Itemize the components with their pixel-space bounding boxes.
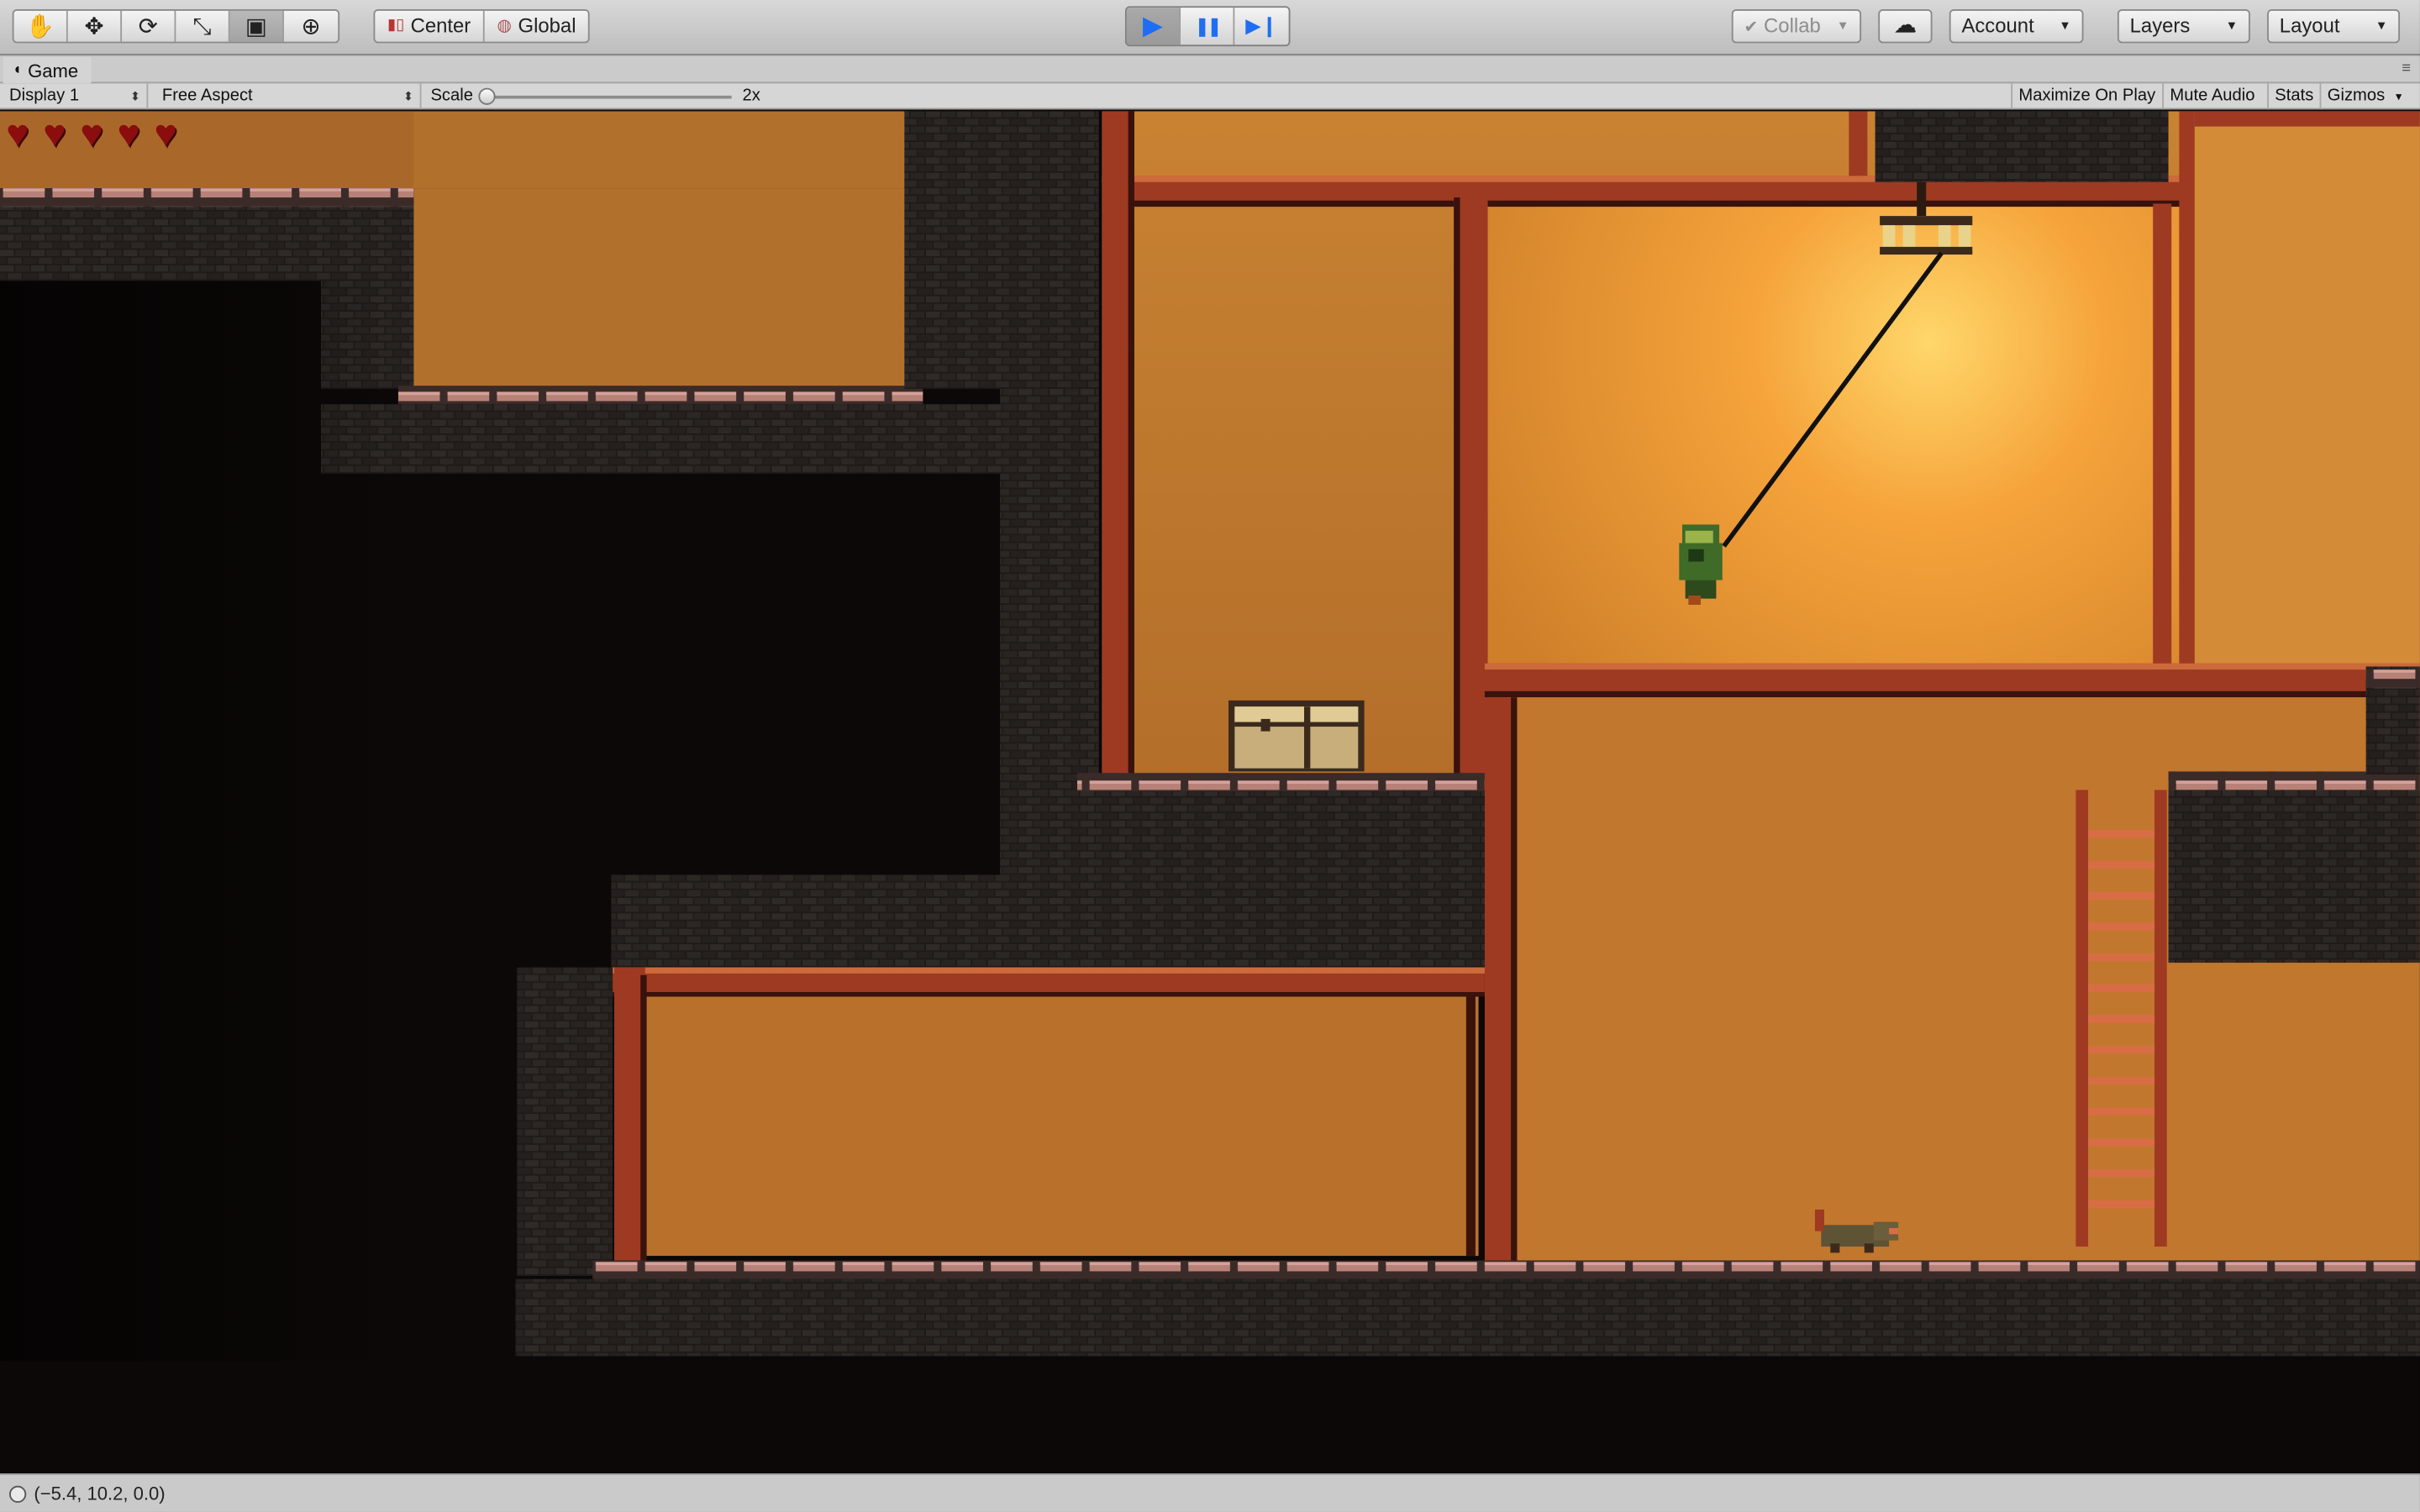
account-dropdown[interactable]: Account ▼ bbox=[1949, 9, 2084, 44]
heart-icon: ♥ bbox=[80, 113, 103, 156]
layers-label: Layers bbox=[2129, 13, 2191, 38]
pivot-icon: ▮▯ bbox=[387, 17, 405, 34]
display-dropdown[interactable]: Display 1 ⬍ bbox=[0, 83, 149, 110]
info-icon bbox=[9, 1484, 27, 1503]
chevron-down-icon: ▼ bbox=[2375, 18, 2388, 33]
heart-icon: ♥ bbox=[6, 113, 29, 156]
aspect-label: Free Aspect bbox=[161, 86, 253, 105]
maximize-on-play-toggle[interactable]: Maximize On Play bbox=[2011, 83, 2161, 110]
layout-label: Layout bbox=[2279, 13, 2340, 38]
scale-slider-track[interactable] bbox=[489, 95, 732, 99]
tab-game-label: Game bbox=[28, 59, 79, 81]
game-viewport[interactable]: ♥ ♥ ♥ ♥ ♥ bbox=[0, 111, 2420, 1474]
gizmos-dropdown[interactable]: Gizmos ▾ bbox=[2319, 83, 2407, 110]
chevron-down-icon: ▾ bbox=[2396, 89, 2402, 104]
pivot-center-button[interactable]: ▮▯ Center bbox=[375, 10, 485, 42]
collab-label: Collab bbox=[1764, 13, 1821, 38]
scale-label: Scale bbox=[430, 86, 474, 105]
treasure-chest bbox=[1228, 700, 1365, 772]
pause-icon: ❚❚ bbox=[1194, 15, 1222, 38]
rotate-tool-icon[interactable]: ⟳ bbox=[122, 10, 176, 42]
step-button[interactable]: ▶❙ bbox=[1234, 8, 1289, 45]
window-tab-bar: ◖ Game ≡ bbox=[0, 55, 2420, 84]
updown-arrows-icon: ⬍ bbox=[402, 89, 414, 104]
transform-tool-icon[interactable]: ⊕ bbox=[283, 10, 339, 42]
status-message[interactable]: (−5.4, 10.2, 0.0) bbox=[34, 1475, 165, 1512]
scale-value: 2x bbox=[742, 86, 760, 105]
scale-slider-knob[interactable] bbox=[478, 87, 496, 105]
status-bar: (−5.4, 10.2, 0.0) bbox=[0, 1473, 2420, 1512]
pivot-toggles: ▮▯ Center ◍ Global bbox=[373, 9, 591, 44]
layers-dropdown[interactable]: Layers ▼ bbox=[2117, 9, 2250, 44]
cloud-button[interactable]: ☁ bbox=[1878, 9, 1933, 44]
aspect-dropdown[interactable]: Free Aspect ⬍ bbox=[153, 83, 422, 110]
health-hearts: ♥ ♥ ♥ ♥ ♥ bbox=[6, 113, 190, 156]
playback-controls: ▶ ❚❚ ▶❙ bbox=[1124, 6, 1291, 47]
heart-icon: ♥ bbox=[43, 113, 66, 156]
play-button[interactable]: ▶ bbox=[1126, 8, 1181, 45]
tab-game[interactable]: ◖ Game bbox=[3, 56, 91, 84]
chevron-down-icon: ▼ bbox=[2225, 18, 2238, 33]
pivot-center-label: Center bbox=[410, 13, 471, 38]
globe-icon: ◍ bbox=[497, 17, 513, 36]
step-icon: ▶❙ bbox=[1245, 13, 1278, 38]
chevron-down-icon: ▼ bbox=[2059, 18, 2071, 33]
pause-button[interactable]: ❚❚ bbox=[1181, 8, 1235, 45]
hand-tool-icon[interactable]: ✋ bbox=[13, 10, 68, 42]
pivot-global-button[interactable]: ◍ Global bbox=[484, 10, 589, 42]
move-tool-icon[interactable]: ✥ bbox=[67, 10, 123, 42]
play-icon: ▶ bbox=[1142, 10, 1164, 40]
layout-dropdown[interactable]: Layout ▼ bbox=[2267, 9, 2401, 44]
tab-menu-icon[interactable]: ≡ bbox=[2402, 60, 2411, 77]
heart-icon: ♥ bbox=[154, 113, 177, 156]
pivot-global-label: Global bbox=[518, 13, 576, 38]
rect-tool-icon[interactable]: ▣ bbox=[229, 10, 284, 42]
mute-audio-toggle[interactable]: Mute Audio bbox=[2162, 83, 2261, 110]
main-toolbar: ✋ ✥ ⟳ ⤡ ▣ ⊕ ▮▯ Center ◍ Global ▶ ❚❚ ▶❙ ✔… bbox=[0, 0, 2420, 56]
transform-tools: ✋ ✥ ⟳ ⤡ ▣ ⊕ bbox=[12, 9, 340, 44]
account-label: Account bbox=[1961, 13, 2034, 38]
game-view-controls: Display 1 ⬍ Free Aspect ⬍ Scale 2x Maxim… bbox=[0, 83, 2420, 110]
scale-tool-icon[interactable]: ⤡ bbox=[176, 10, 230, 42]
updown-arrows-icon: ⬍ bbox=[129, 89, 141, 104]
stats-toggle[interactable]: Stats bbox=[2267, 83, 2320, 110]
game-pacman-icon: ◖ bbox=[12, 60, 22, 78]
heart-icon: ♥ bbox=[117, 113, 140, 156]
display-label: Display 1 bbox=[9, 86, 80, 105]
chevron-down-icon: ▼ bbox=[1836, 18, 1849, 33]
player-character bbox=[1679, 524, 1723, 605]
game-scene bbox=[0, 111, 2420, 1474]
check-icon: ✔ bbox=[1744, 18, 1759, 38]
gizmos-label: Gizmos bbox=[2327, 86, 2386, 105]
cloud-icon: ☁ bbox=[1893, 12, 1918, 39]
collab-dropdown[interactable]: ✔ Collab ▼ bbox=[1731, 9, 1862, 44]
